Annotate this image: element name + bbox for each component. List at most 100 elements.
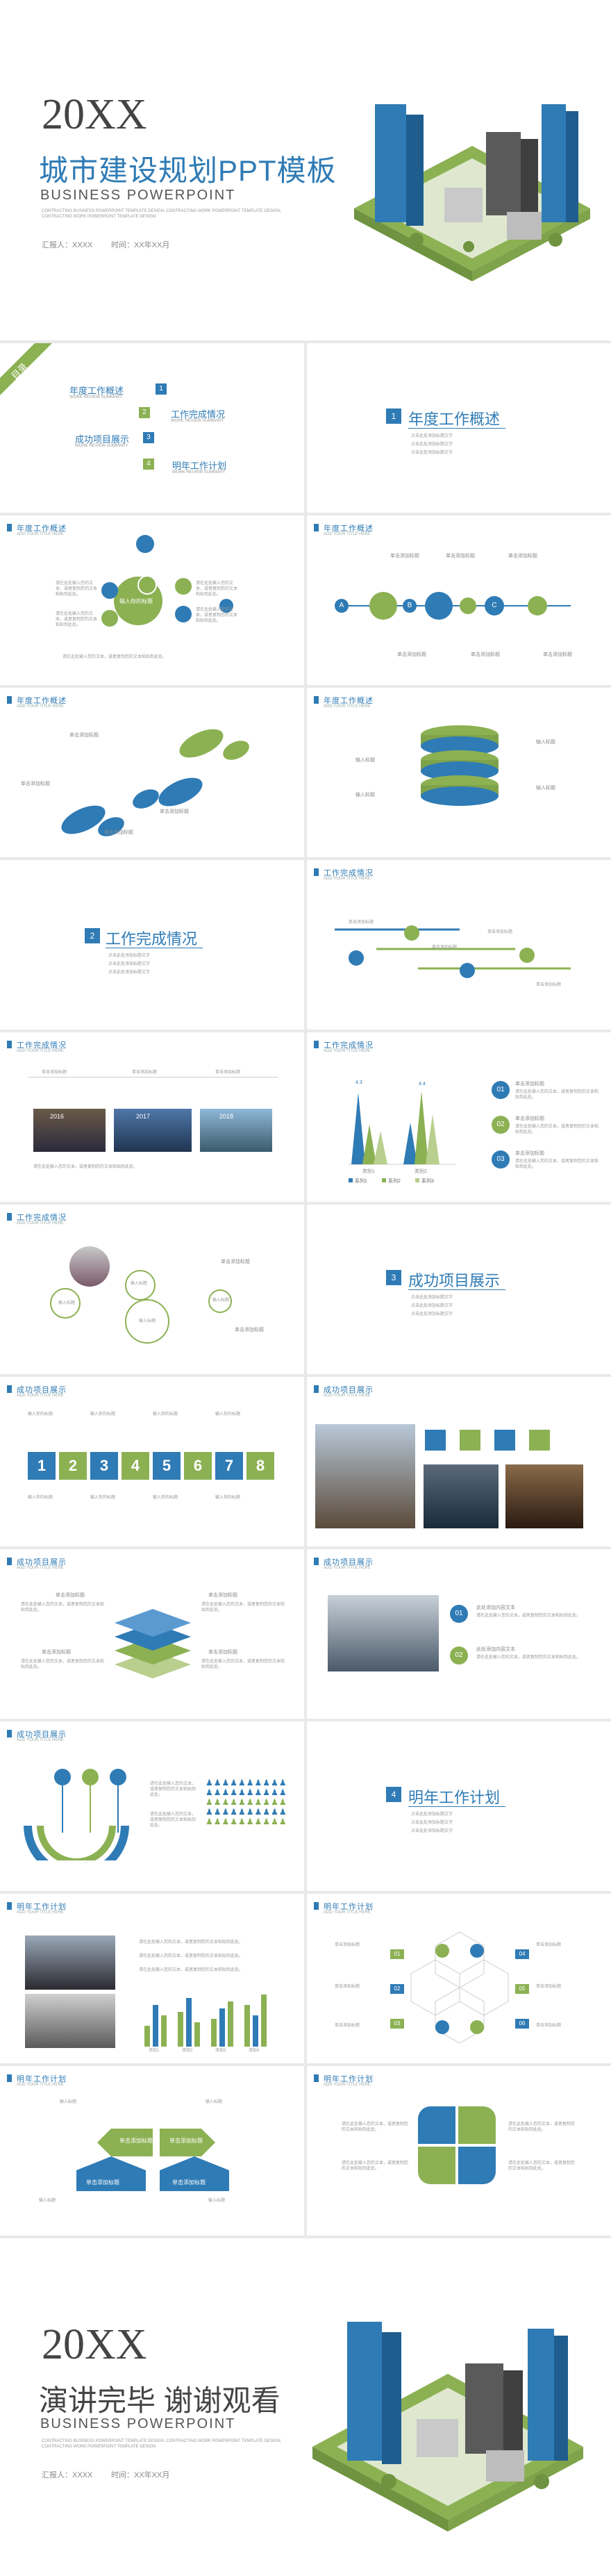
- year-2016: 2016: [50, 1113, 65, 1120]
- section-1-bullet-2: 点击此处添加标题文字: [411, 443, 453, 447]
- hex-text-6: 单击添加标题: [536, 2024, 562, 2028]
- city-illustration: [354, 104, 590, 281]
- header-sub: ADD YOUR TITLE HERE: [17, 1221, 64, 1225]
- section-4-slide: 4 明年工作计划 点击此处添加标题文字 点击此处添加标题文字 点击此处添加标题文…: [307, 1722, 611, 1891]
- legend-swatch: [415, 1178, 419, 1182]
- year-2017: 2017: [136, 1113, 151, 1120]
- arrow-text-1: 输入标题: [60, 2100, 77, 2104]
- city-photo-a: [25, 1935, 115, 1990]
- node-a-big: [369, 592, 397, 620]
- disc-label-4: 输入标题: [536, 786, 555, 791]
- progress-text-2: 单击添加标题: [432, 946, 458, 950]
- legend-swatch: [349, 1178, 353, 1182]
- ending-title: 演讲完毕 谢谢观看: [39, 2384, 281, 2417]
- quad-text-2: 请在此处输入您的文本，或者复制您的文本粘贴到此处。: [342, 2161, 409, 2171]
- section-1-rule: [408, 428, 505, 429]
- numbered-steps-slide: 成功项目展示 ADD YOUR TITLE HERE 12345678 输入你的标…: [0, 1377, 304, 1546]
- ending-desc: CONTRACTING BUSINESS POWERPOINT TEMPLATE…: [42, 2439, 282, 2449]
- section-1-bullet-3: 点击此处添加标题文字: [411, 451, 453, 455]
- arrow-shapes: [76, 2129, 229, 2191]
- quad-text-3: 请在此处输入您的文本，或者复制您的文本粘贴到此处。: [508, 2122, 576, 2132]
- bar-3-0: [244, 2005, 250, 2047]
- footprint-label-3: 单击添加标题: [160, 809, 189, 814]
- people-row-2: ♟♟♟♟♟♟♟♟♟♟: [206, 1787, 287, 1797]
- hex-num-06: 06: [515, 2019, 529, 2029]
- arrow-label-2: 单击添加标题: [169, 2138, 203, 2144]
- legend-swatch: [382, 1178, 386, 1182]
- footprint-label-2: 单击添加标题: [21, 782, 50, 786]
- hex-num-02: 02: [390, 1984, 404, 1994]
- cover-title: 城市建设规划PPT模板: [39, 154, 337, 187]
- bar-3-1: [253, 2015, 258, 2047]
- bar-group-label-3: 添加3: [215, 2049, 226, 2053]
- data-label: 4.4: [419, 1082, 426, 1087]
- list-num-02: 02: [450, 1646, 468, 1665]
- people-chart-slide: 成功项目展示 ADD YOUR TITLE HERE ♟♟♟♟♟♟♟♟♟♟ ♟♟♟…: [0, 1722, 304, 1891]
- header-sub: ADD YOUR TITLE HERE: [324, 877, 371, 881]
- step-text-6: 输入你的标题: [90, 1496, 116, 1500]
- bulb-icon-tile: [418, 2147, 455, 2184]
- timeline-title-3: 单击添加标题: [215, 1071, 241, 1075]
- bar-1-2: [194, 2022, 200, 2047]
- ending-time: 时间：XX年XX月: [111, 2471, 170, 2479]
- photos-bars-text-3: 请在此处输入您的文本，或者复制您的文本粘贴到此处。: [139, 1968, 244, 1972]
- user-icon: [101, 582, 118, 599]
- header-sub: ADD YOUR TITLE HERE: [324, 532, 371, 536]
- ending-subtitle: BUSINESS POWERPOINT: [40, 2416, 236, 2431]
- money-icon: [349, 950, 364, 966]
- category-label: 类别2: [415, 1168, 427, 1174]
- bar-group-label-4: 添加4: [249, 2049, 260, 2053]
- section-4-title: 明年工作计划: [408, 1789, 501, 1806]
- step-number-2: 2: [59, 1452, 87, 1480]
- layer-text-4: 请在此处输入您的文本，或者复制您的文本粘贴到此处。: [201, 1660, 285, 1669]
- people-row-5: ♟♟♟♟♟♟♟♟♟♟: [206, 1817, 287, 1826]
- step-text-2: 输入你的标题: [90, 1412, 116, 1417]
- section-2-bullet-1: 点击此处添加标题文字: [108, 954, 151, 958]
- toc-item-2-sub: WORK REVIEW SUMMARY: [171, 419, 224, 423]
- step-number-7: 7: [215, 1452, 243, 1480]
- cone-1-1: [415, 1091, 428, 1164]
- picture-icon: [404, 925, 419, 941]
- toc-item-1-num: 1: [156, 383, 167, 395]
- section-3-num: 3: [386, 1270, 401, 1285]
- year-2018: 2018: [219, 1113, 234, 1120]
- abc-label-5: 单击添加标题: [471, 652, 500, 657]
- hub-text-3: 请在此处输入您的文本，或者复制您的文本粘贴到此处。: [196, 581, 238, 597]
- cone-chart-slide: 工作完成情况 ADD YOUR TITLE HERE 类别1 类别2 4.3 4.4 系列…: [307, 1032, 611, 1202]
- header-sub: ADD YOUR TITLE HERE: [324, 1910, 371, 1915]
- layer-text-3: 请在此处输入您的文本，或者复制您的文本粘贴到此处。: [21, 1660, 105, 1669]
- bar-0-2: [161, 2015, 167, 2047]
- section-3-title: 成功项目展示: [408, 1272, 501, 1289]
- gear-icon: [175, 578, 192, 595]
- section-2-bullet-3: 点击此处添加标题文字: [108, 971, 151, 975]
- list-num-01: 01: [450, 1605, 468, 1623]
- photo-list-slide: 成功项目展示 ADD YOUR TITLE HERE 01 02 此处添加内容文本…: [307, 1549, 611, 1719]
- cone-0-2: [374, 1131, 387, 1164]
- section-2-num: 2: [85, 928, 100, 943]
- step-number-8: 8: [246, 1452, 274, 1480]
- hex-num-05: 05: [515, 1984, 529, 1994]
- header-sub: ADD YOUR TITLE HERE: [17, 2083, 64, 2087]
- cone-chart: 类别1 类别2 4.3 4.4 系列1 系列2 系列3: [349, 1080, 456, 1184]
- overview-hub-slide: 年度工作概述 ADD YOUR TITLE HERE 输入你的标题 请在此处输入您…: [0, 515, 304, 685]
- section-2-bullet-2: 点击此处添加标题文字: [108, 962, 151, 966]
- cone-1-2: [426, 1114, 440, 1164]
- steps-row: 12345678: [28, 1452, 278, 1480]
- progress-text-1: 单击添加标题: [349, 920, 374, 925]
- legend-label: 系列2: [388, 1178, 401, 1184]
- ending-reporter: 汇报人：XXXX: [42, 2471, 93, 2479]
- bar-2-2: [228, 2001, 233, 2047]
- category-label: 类别1: [362, 1168, 375, 1174]
- globe-icon: [101, 610, 118, 627]
- photos-bars-text-2: 请在此处输入您的文本，或者复制您的文本粘贴到此处。: [139, 1954, 244, 1958]
- section-2-title: 工作完成情况: [106, 930, 198, 948]
- bar-2-0: [211, 2019, 217, 2047]
- circle-label-4: 输入标题: [212, 1298, 230, 1303]
- hub-node-top: [136, 535, 154, 553]
- disc-stack: [421, 725, 499, 806]
- people-row-3: ♟♟♟♟♟♟♟♟♟♟: [206, 1797, 287, 1807]
- list-num-02: 02: [492, 1116, 510, 1134]
- circles-slide: 工作完成情况 ADD YOUR TITLE HERE 输入标题 输入标题 输入标题…: [0, 1205, 304, 1374]
- arrow-label-1: 单击添加标题: [119, 2138, 153, 2144]
- layer-title-2: 单击添加标题: [208, 1593, 237, 1598]
